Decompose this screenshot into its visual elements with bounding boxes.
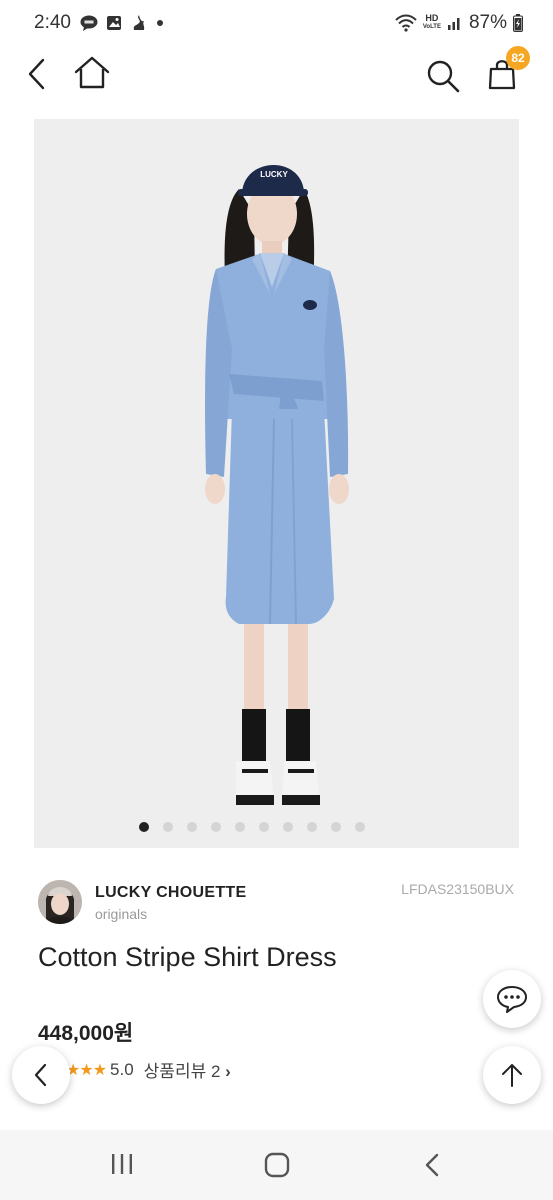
- app-notification-icon: [133, 15, 145, 30]
- carousel-dot[interactable]: [138, 822, 149, 832]
- review-label: 상품리뷰 2: [143, 1062, 221, 1081]
- review-link[interactable]: 상품리뷰 2 ›: [144, 1057, 231, 1082]
- battery-charging-icon: [513, 14, 523, 32]
- carousel-dot[interactable]: [258, 822, 269, 832]
- arrow-up-icon: [502, 1064, 522, 1087]
- carousel-dot[interactable]: [306, 822, 317, 832]
- wifi-icon: [395, 14, 417, 32]
- talk-notification-icon: [80, 15, 98, 31]
- carousel-dot[interactable]: [330, 822, 341, 832]
- home-circle-icon: [264, 1152, 290, 1178]
- carousel-dot[interactable]: [186, 822, 197, 832]
- cart-button[interactable]: 82: [488, 46, 530, 95]
- carousel-dot[interactable]: [210, 822, 221, 832]
- carousel-dot[interactable]: [162, 822, 173, 832]
- battery-percent: 87%: [468, 12, 507, 33]
- svg-text:LUCKY: LUCKY: [260, 170, 288, 179]
- product-sku: LFDAS23150BUX: [401, 881, 514, 897]
- cart-count-badge: 82: [506, 46, 530, 70]
- product-image-carousel[interactable]: LUCKY: [34, 119, 519, 848]
- status-bar: 2:40 HD VoLTE 87%: [0, 0, 553, 48]
- chat-bubble-icon: [497, 986, 527, 1013]
- hd-label: HD: [425, 13, 439, 23]
- volte-label: VoLTE: [422, 24, 441, 30]
- search-icon: [427, 60, 460, 93]
- brand-name[interactable]: LUCKY CHOUETTE: [95, 884, 246, 902]
- gallery-notification-icon: [107, 16, 121, 30]
- home-button[interactable]: [73, 56, 111, 95]
- carousel-dot[interactable]: [354, 822, 365, 832]
- brand-avatar[interactable]: [38, 880, 82, 924]
- chevron-left-icon: [28, 58, 45, 90]
- home-system-button[interactable]: [264, 1152, 290, 1183]
- back-button[interactable]: [26, 58, 48, 95]
- hd-volte-indicator: HD VoLTE: [423, 14, 441, 32]
- brand-subline: originals: [95, 906, 148, 922]
- brand-avatar-image: [38, 880, 82, 924]
- carousel-dot[interactable]: [282, 822, 293, 832]
- brand-row: LUCKY CHOUETTE originals LFDAS23150BUX: [38, 880, 518, 926]
- prev-button[interactable]: [12, 1046, 70, 1104]
- product-title: Cotton Stripe Shirt Dress: [38, 942, 337, 972]
- status-time: 2:40: [34, 12, 71, 33]
- carousel-indicator[interactable]: [34, 822, 519, 832]
- product-photo: LUCKY: [34, 119, 519, 848]
- more-notifications-dot: [157, 20, 163, 26]
- back-arrow-icon: [425, 1153, 439, 1177]
- notification-icons: [80, 14, 164, 32]
- recent-apps-icon: [112, 1154, 132, 1174]
- carousel-dot[interactable]: [234, 822, 245, 832]
- status-right: HD VoLTE 87%: [395, 12, 523, 34]
- product-price: 448,000원: [38, 1022, 134, 1045]
- signal-icon: [447, 18, 460, 30]
- chat-button[interactable]: [483, 970, 541, 1028]
- chevron-left-icon: [34, 1063, 47, 1087]
- home-icon: [74, 56, 110, 89]
- system-navigation-bar: [0, 1130, 553, 1200]
- search-button[interactable]: [426, 59, 460, 98]
- review-arrow: ›: [225, 1062, 231, 1081]
- recent-apps-button[interactable]: [110, 1152, 134, 1181]
- rating-value: 5.0: [110, 1059, 134, 1079]
- rating-row: ★★★ 5.0 상품리뷰 2 ›: [66, 1057, 231, 1082]
- scroll-top-button[interactable]: [483, 1046, 541, 1104]
- top-navigation: 82: [0, 46, 553, 100]
- rating-stars: ★★★: [66, 1061, 107, 1079]
- system-back-button[interactable]: [423, 1152, 441, 1183]
